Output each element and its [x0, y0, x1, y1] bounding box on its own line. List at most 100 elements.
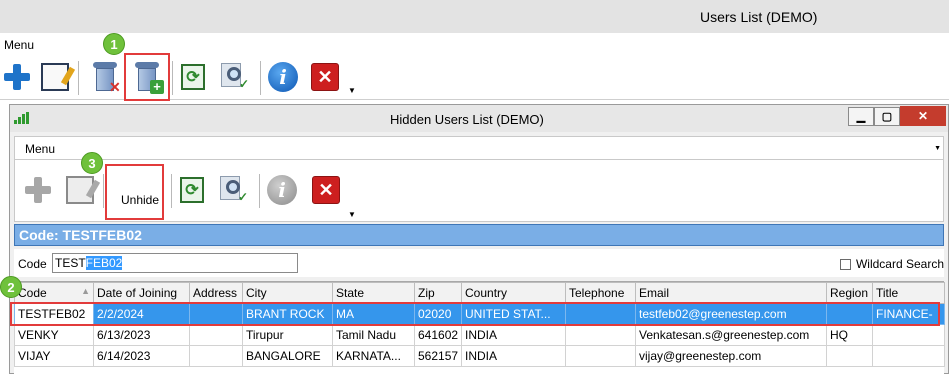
refresh-button[interactable]: ⟳: [175, 173, 209, 207]
plus-icon: [4, 64, 30, 90]
code-input-selected-text: FEB02: [85, 256, 123, 270]
refresh-button[interactable]: ⟳: [176, 60, 210, 94]
column-header-title[interactable]: Title: [872, 282, 945, 304]
column-header-country[interactable]: Country: [461, 282, 566, 304]
toolbar-separator: [78, 61, 79, 95]
search-button[interactable]: ✓: [217, 173, 251, 207]
edit-icon: [41, 63, 69, 91]
close-button[interactable]: ✕: [308, 60, 342, 94]
edit-icon: [66, 176, 94, 204]
cell-zip[interactable]: 562157: [414, 345, 462, 367]
inner-title-bar: Hidden Users List (DEMO) ▁ ▢ ✕: [10, 105, 948, 132]
cell-telephone[interactable]: [565, 324, 636, 346]
add-button-disabled[interactable]: [21, 173, 55, 207]
column-header-address[interactable]: Address: [189, 282, 243, 304]
wildcard-search-toggle[interactable]: Wildcard Search: [839, 257, 944, 271]
refresh-icon: ⟳: [180, 177, 204, 203]
plus-icon: [25, 177, 51, 203]
wildcard-label: Wildcard Search: [855, 257, 944, 271]
info-icon: i: [267, 175, 297, 205]
wildcard-checkbox[interactable]: [839, 258, 851, 270]
toolbar-separator: [260, 61, 261, 95]
close-icon: ✕: [312, 176, 340, 204]
hidden-users-window: Hidden Users List (DEMO) ▁ ▢ ✕ Menu ▼ Un…: [9, 104, 949, 375]
search-button[interactable]: ✓: [218, 60, 252, 94]
column-header-city[interactable]: City: [242, 282, 333, 304]
toolbar-separator: [259, 174, 260, 208]
cell-state[interactable]: KARNATA...: [332, 345, 415, 367]
outer-title-bar: Users List (DEMO): [0, 0, 949, 33]
toolbar-separator: [172, 61, 173, 95]
maximize-button[interactable]: ▢: [874, 107, 900, 126]
edit-user-button[interactable]: [38, 60, 72, 94]
cell-code[interactable]: VENKY: [14, 324, 94, 346]
cell-state[interactable]: Tamil Nadu: [332, 324, 415, 346]
step-badge-3: 3: [81, 152, 103, 174]
cell-email[interactable]: Venkatesan.s@greenestep.com: [635, 324, 827, 346]
sort-ascending-icon: ▲: [81, 286, 90, 296]
edit-button-disabled[interactable]: [63, 173, 97, 207]
search-icon: ✓: [220, 176, 248, 204]
outer-window-title: Users List (DEMO): [700, 9, 818, 25]
cell-zip[interactable]: 641602: [414, 324, 462, 346]
search-row: Code TESTFEB02 Wildcard Search: [14, 249, 944, 277]
callout-highlight-2: [10, 302, 940, 326]
toolbar-dropdown-arrow[interactable]: ▼: [348, 86, 356, 95]
close-icon: ✕: [311, 63, 339, 91]
outer-menu-item[interactable]: Menu: [4, 38, 34, 52]
callout-highlight-1: [124, 53, 170, 101]
info-button-disabled[interactable]: i: [265, 173, 299, 207]
inner-menu-item[interactable]: Menu: [25, 142, 55, 156]
cell-city[interactable]: Tirupur: [242, 324, 333, 346]
column-header-email[interactable]: Email: [635, 282, 827, 304]
toolbar-dropdown-arrow[interactable]: ▼: [348, 210, 356, 219]
info-button[interactable]: i: [266, 60, 300, 94]
column-header-code[interactable]: Code ▲: [14, 282, 94, 304]
delete-bin-icon: ✕: [93, 62, 121, 94]
cell-region[interactable]: HQ: [826, 324, 873, 346]
cell-telephone[interactable]: [565, 345, 636, 367]
grid-header-row: Code ▲ Date of Joining Address City State…: [14, 282, 945, 304]
cell-date-of-joining[interactable]: 6/13/2023: [93, 324, 190, 346]
table-row[interactable]: VIJAY 6/14/2023 BANGALORE KARNATA... 562…: [14, 345, 945, 367]
chevron-down-icon[interactable]: ▼: [934, 145, 941, 152]
code-input-text: TEST: [55, 256, 86, 270]
column-header-region[interactable]: Region: [826, 282, 873, 304]
refresh-icon: ⟳: [181, 64, 205, 90]
step-badge-1: 1: [103, 33, 125, 55]
column-header-zip[interactable]: Zip: [414, 282, 462, 304]
cell-country[interactable]: INDIA: [461, 345, 566, 367]
toolbar-separator: [171, 174, 172, 208]
column-header-date-of-joining[interactable]: Date of Joining: [93, 282, 190, 304]
cell-title[interactable]: [872, 324, 945, 346]
search-icon: ✓: [221, 63, 249, 91]
window-close-button[interactable]: ✕: [900, 106, 946, 126]
column-header-state[interactable]: State: [332, 282, 415, 304]
cell-title[interactable]: [872, 345, 945, 367]
app-icon: [14, 112, 29, 124]
minimize-button[interactable]: ▁: [848, 107, 874, 126]
callout-highlight-3: [105, 164, 164, 220]
table-row[interactable]: VENKY 6/13/2023 Tirupur Tamil Nadu 64160…: [14, 324, 945, 346]
info-icon: i: [268, 62, 298, 92]
code-search-input[interactable]: TESTFEB02: [52, 253, 298, 273]
cell-address[interactable]: [189, 345, 243, 367]
inner-window-title: Hidden Users List (DEMO): [390, 112, 544, 127]
record-header-bar: Code: TESTFEB02: [14, 224, 944, 246]
cell-date-of-joining[interactable]: 6/14/2023: [93, 345, 190, 367]
cell-city[interactable]: BANGALORE: [242, 345, 333, 367]
cell-country[interactable]: INDIA: [461, 324, 566, 346]
step-badge-2: 2: [0, 276, 22, 298]
inner-menu-bar: Menu ▼: [14, 136, 944, 160]
users-grid: Code ▲ Date of Joining Address City State…: [14, 281, 945, 375]
close-button[interactable]: ✕: [309, 173, 343, 207]
toolbar-separator: [103, 174, 104, 208]
cell-address[interactable]: [189, 324, 243, 346]
code-label: Code: [18, 257, 47, 271]
cell-region[interactable]: [826, 345, 873, 367]
delete-user-button[interactable]: ✕: [88, 60, 122, 94]
column-header-telephone[interactable]: Telephone: [565, 282, 636, 304]
cell-email[interactable]: vijay@greenestep.com: [635, 345, 827, 367]
add-user-button[interactable]: [0, 60, 34, 94]
cell-code[interactable]: VIJAY: [14, 345, 94, 367]
